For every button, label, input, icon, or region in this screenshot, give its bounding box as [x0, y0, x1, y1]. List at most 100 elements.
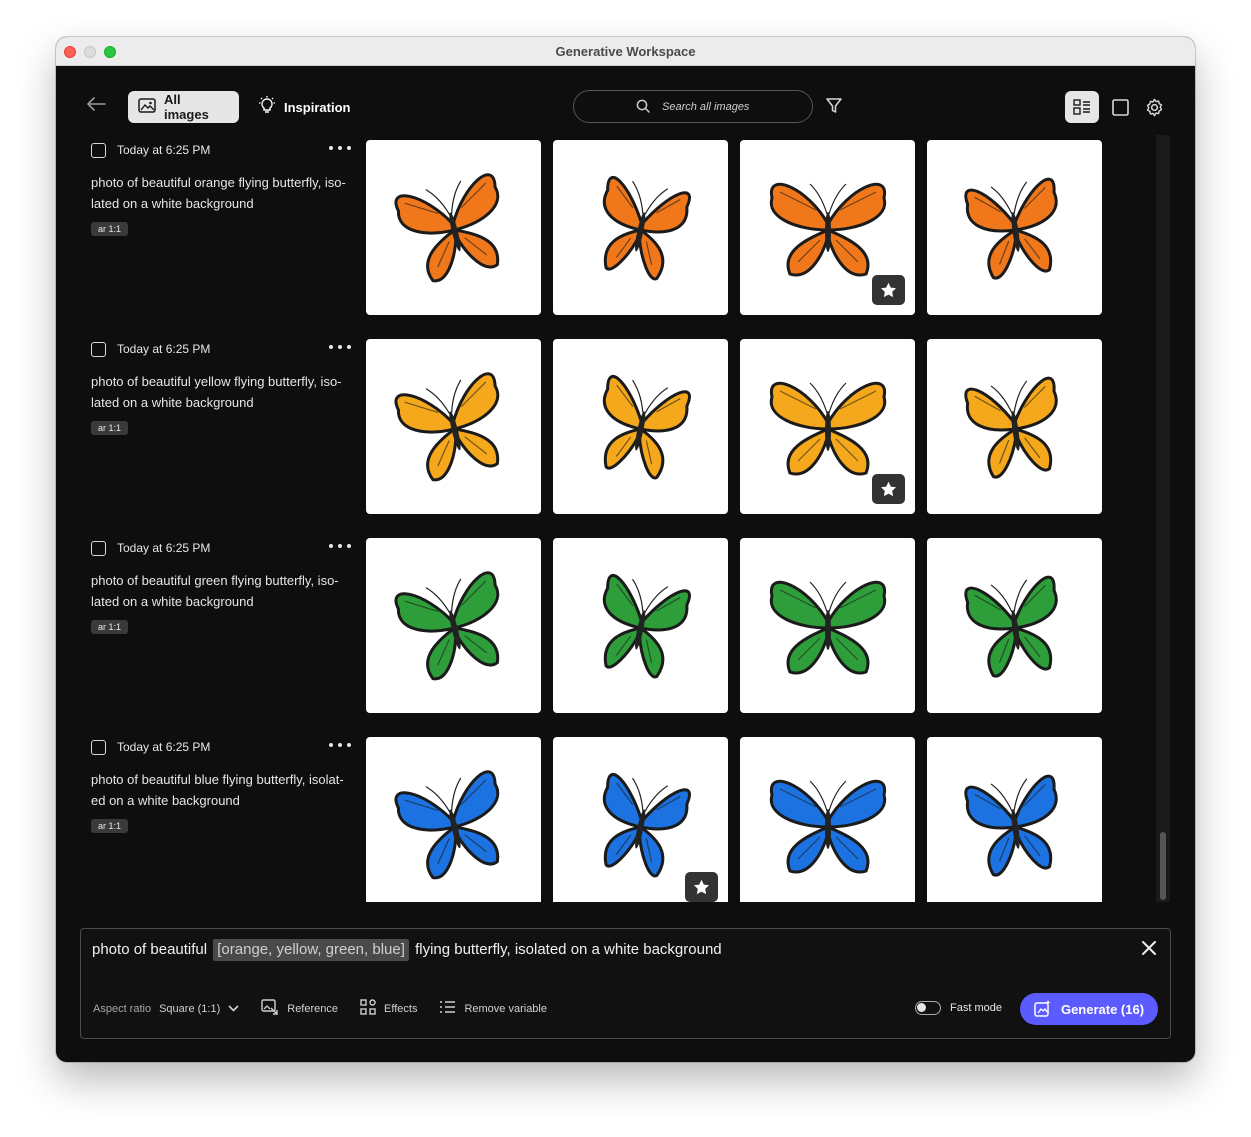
grid-view-icon[interactable]	[1065, 91, 1099, 123]
image-thumbnail[interactable]	[927, 737, 1102, 902]
remove-variable-button[interactable]: Remove variable	[439, 1000, 547, 1017]
image-thumbnail[interactable]	[553, 538, 728, 713]
fast-mode-toggle[interactable]: Fast mode	[915, 1001, 1002, 1015]
group-meta: Today at 6:25 PM photo of beautiful yell…	[91, 339, 351, 436]
image-thumbnail[interactable]	[553, 737, 728, 902]
image-thumbnail[interactable]	[366, 339, 541, 514]
butterfly-image	[963, 177, 1058, 280]
reference-button[interactable]: Reference	[261, 999, 338, 1018]
more-options-icon[interactable]	[329, 342, 351, 352]
more-options-icon[interactable]	[329, 143, 351, 153]
all-images-label: All images	[164, 92, 209, 122]
image-thumbnail[interactable]	[740, 140, 915, 315]
thumbnail-row	[366, 339, 1102, 514]
all-images-tab[interactable]: All images	[128, 91, 239, 123]
butterfly-image	[602, 772, 691, 877]
search-icon	[636, 99, 650, 118]
butterfly-image	[602, 175, 691, 280]
aspect-ratio-badge: ar 1:1	[91, 222, 129, 236]
workspace: All images Inspiration Search all images…	[56, 66, 1195, 1062]
image-thumbnail[interactable]	[366, 538, 541, 713]
remove-variable-label: Remove variable	[464, 1002, 547, 1015]
scrollbar-thumb[interactable]	[1160, 832, 1166, 900]
reference-icon	[261, 999, 279, 1018]
top-toolbar: All images Inspiration	[56, 66, 1195, 135]
history-group: Today at 6:25 PM photo of beautiful oran…	[56, 140, 1156, 320]
composer-tools: Aspect ratio Square (1:1) Reference Effe…	[93, 999, 569, 1018]
image-thumbnail[interactable]	[927, 538, 1102, 713]
image-history-feed[interactable]: Today at 6:25 PM photo of beautiful oran…	[56, 135, 1156, 902]
select-group-checkbox[interactable]	[91, 341, 106, 357]
aspect-ratio-badge: ar 1:1	[91, 421, 129, 435]
group-prompt: photo of beautiful green flying butterfl…	[91, 573, 339, 609]
image-thumbnail[interactable]	[366, 737, 541, 902]
image-thumbnail[interactable]	[927, 339, 1102, 514]
window-title: Generative Workspace	[555, 44, 696, 59]
thumbnail-row	[366, 737, 1102, 902]
group-header: Today at 6:25 PM	[91, 737, 351, 757]
star-icon[interactable]	[872, 275, 905, 305]
more-options-icon[interactable]	[329, 541, 351, 551]
image-thumbnail[interactable]	[927, 140, 1102, 315]
group-header: Today at 6:25 PM	[91, 140, 351, 160]
butterfly-image	[394, 570, 499, 680]
aspect-ratio-value: Square (1:1)	[159, 1002, 221, 1015]
effects-label: Effects	[384, 1002, 418, 1015]
gear-icon[interactable]	[1142, 94, 1166, 120]
aspect-ratio-badge: ar 1:1	[91, 620, 129, 634]
butterfly-image	[394, 172, 499, 282]
aspect-ratio-select[interactable]: Aspect ratio Square (1:1)	[93, 1003, 239, 1015]
single-view-icon[interactable]	[1108, 94, 1132, 120]
thumbnail-row	[366, 538, 1102, 713]
image-thumbnail[interactable]	[366, 140, 541, 315]
history-group: Today at 6:25 PM photo of beautiful yell…	[56, 339, 1156, 519]
image-thumbnail[interactable]	[553, 339, 728, 514]
butterfly-image	[963, 575, 1058, 678]
inspiration-tab[interactable]: Inspiration	[248, 91, 358, 123]
thumbnail-row	[366, 140, 1102, 315]
group-meta: Today at 6:25 PM photo of beautiful gree…	[91, 538, 351, 635]
star-icon[interactable]	[685, 872, 718, 902]
butterfly-image	[963, 774, 1058, 877]
prompt-input[interactable]: photo of beautiful [orange, yellow, gree…	[92, 939, 722, 961]
timestamp: Today at 6:25 PM	[117, 740, 211, 754]
butterfly-image	[963, 376, 1058, 479]
search-bar[interactable]	[573, 90, 813, 123]
timestamp: Today at 6:25 PM	[117, 143, 211, 157]
group-header: Today at 6:25 PM	[91, 538, 351, 558]
select-group-checkbox[interactable]	[91, 540, 106, 556]
list-icon	[439, 1000, 456, 1017]
image-thumbnail[interactable]	[740, 339, 915, 514]
search-input[interactable]	[662, 100, 812, 113]
group-meta: Today at 6:25 PM photo of beautiful blue…	[91, 737, 351, 834]
butterfly-image	[769, 580, 886, 674]
group-prompt: photo of beautiful blue flying butterfly…	[91, 772, 344, 808]
butterfly-image	[602, 374, 691, 479]
prompt-composer[interactable]: photo of beautiful [orange, yellow, gree…	[80, 928, 1171, 1039]
scrollbar[interactable]	[1156, 135, 1170, 902]
more-options-icon[interactable]	[329, 740, 351, 750]
effects-button[interactable]: Effects	[360, 999, 417, 1018]
group-header: Today at 6:25 PM	[91, 339, 351, 359]
group-prompt: photo of beautiful orange flying butterf…	[91, 175, 346, 211]
select-group-checkbox[interactable]	[91, 142, 106, 158]
clear-prompt-icon[interactable]	[1140, 939, 1158, 957]
filter-icon[interactable]	[823, 95, 845, 117]
prompt-variable[interactable]: [orange, yellow, green, blue]	[213, 939, 409, 961]
star-icon[interactable]	[872, 474, 905, 504]
image-icon	[138, 98, 156, 116]
image-thumbnail[interactable]	[553, 140, 728, 315]
image-thumbnail[interactable]	[740, 538, 915, 713]
butterfly-image	[769, 779, 886, 873]
aspect-ratio-badge: ar 1:1	[91, 819, 129, 833]
generate-button[interactable]: Generate (16)	[1020, 993, 1158, 1025]
inspiration-label: Inspiration	[284, 99, 351, 115]
generate-icon	[1034, 999, 1052, 1020]
toggle-switch[interactable]	[915, 1001, 941, 1015]
select-group-checkbox[interactable]	[91, 739, 106, 755]
butterfly-image	[602, 573, 691, 678]
reference-label: Reference	[287, 1002, 339, 1015]
history-group: Today at 6:25 PM photo of beautiful gree…	[56, 538, 1156, 718]
back-arrow-icon[interactable]	[84, 92, 108, 116]
image-thumbnail[interactable]	[740, 737, 915, 902]
